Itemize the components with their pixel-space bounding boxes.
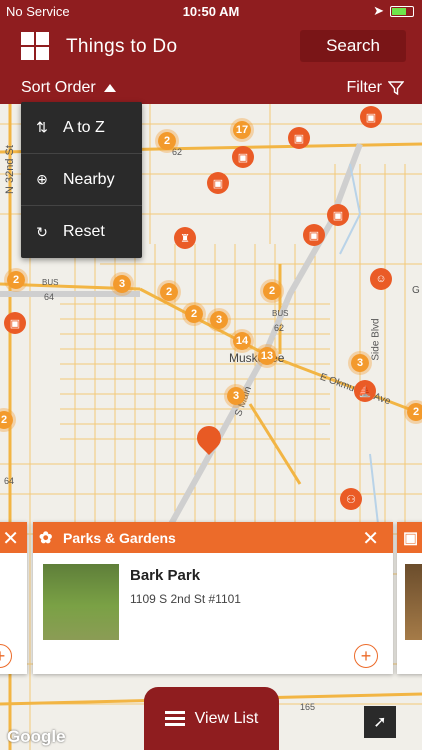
list-icon: [164, 711, 185, 726]
filter-button[interactable]: Filter: [346, 79, 404, 97]
card-category: Parks & Gardens: [63, 530, 176, 546]
place-photo: [43, 564, 119, 640]
map-label-edge: G: [412, 285, 420, 296]
cluster-marker[interactable]: 14: [230, 329, 254, 353]
cluster-marker[interactable]: 2: [260, 279, 284, 303]
sort-order-button[interactable]: Sort Order: [21, 79, 116, 97]
menu-grid-icon[interactable]: [21, 32, 49, 60]
refresh-icon: ↻: [36, 223, 48, 240]
card-header: ✕: [0, 522, 27, 553]
add-icon[interactable]: +: [354, 644, 378, 668]
place-photo: [405, 564, 422, 640]
route-64-b: 64: [4, 476, 15, 486]
place-address: 1109 S 2nd St #1101: [130, 592, 241, 606]
landmark-icon[interactable]: ♜: [174, 227, 196, 249]
close-icon[interactable]: ✕: [2, 526, 19, 551]
route-64-a: 64: [44, 292, 55, 302]
place-card-next[interactable]: ▣: [397, 522, 422, 674]
status-icons: ➤: [373, 3, 414, 19]
view-list-button[interactable]: View List: [144, 687, 279, 750]
route-62-b: 62: [274, 323, 285, 333]
page-title: Things to Do: [66, 36, 178, 57]
sort-menu-label: A to Z: [63, 118, 105, 136]
add-icon[interactable]: +: [0, 644, 12, 668]
status-bar: No Service 10:50 AM ➤: [0, 0, 422, 22]
clock: 10:50 AM: [182, 4, 240, 19]
shopping-bag-icon[interactable]: ▣: [360, 106, 382, 128]
person-icon[interactable]: ☺: [370, 268, 392, 290]
place-name: Bark Park: [130, 567, 201, 584]
cluster-marker[interactable]: 2: [182, 302, 206, 326]
sort-menu-label: Reset: [63, 223, 105, 240]
place-card-previous[interactable]: ✕ +: [0, 522, 27, 674]
rose-icon: ✿: [39, 530, 53, 547]
sort-reset-item[interactable]: ↻ Reset: [21, 206, 142, 258]
cluster-marker[interactable]: 17: [230, 118, 254, 142]
shopping-bag-icon[interactable]: ▣: [232, 146, 254, 168]
caret-up-icon: [103, 84, 116, 92]
locate-me-button[interactable]: ➚: [364, 706, 396, 738]
sort-nearby-item[interactable]: ⊕ Nearby: [21, 154, 142, 206]
bus-route-a: BUS: [42, 278, 59, 287]
close-icon[interactable]: ✕: [362, 526, 379, 551]
map-label-n32: N 32nd St: [4, 145, 16, 194]
location-arrow-icon: ➤: [373, 3, 384, 18]
cluster-marker[interactable]: 3: [224, 384, 248, 408]
sort-filter-bar: Sort Order Filter: [0, 70, 422, 104]
shopping-bag-icon[interactable]: ▣: [327, 204, 349, 226]
funnel-icon: [388, 81, 404, 96]
family-icon[interactable]: ⚇: [340, 488, 362, 510]
route-165: 165: [300, 702, 316, 712]
shopping-bag-icon[interactable]: ▣: [4, 312, 26, 334]
card-header: ✿ Parks & Gardens ✕: [33, 522, 393, 553]
cluster-marker[interactable]: 3: [110, 272, 134, 296]
sort-menu-label: Nearby: [63, 170, 115, 188]
boat-icon[interactable]: ⛵: [354, 380, 376, 402]
navigation-arrow-icon: ➚: [373, 714, 387, 731]
cluster-marker[interactable]: 2: [404, 400, 422, 424]
cluster-marker[interactable]: 2: [4, 268, 28, 292]
place-card[interactable]: ✿ Parks & Gardens ✕ Bark Park 1109 S 2nd…: [33, 522, 393, 674]
sort-menu: ⇅ A to Z ⊕ Nearby ↻ Reset: [21, 102, 142, 258]
battery-icon: [390, 5, 414, 17]
cluster-marker[interactable]: 2: [157, 280, 181, 304]
bus-route-b: BUS: [272, 309, 289, 318]
search-button[interactable]: Search: [300, 30, 406, 62]
cluster-marker[interactable]: 13: [255, 344, 279, 368]
filter-label: Filter: [346, 79, 382, 96]
shopping-bag-icon[interactable]: ▣: [303, 224, 325, 246]
shopping-bag-icon: ▣: [403, 530, 419, 547]
sort-order-label: Sort Order: [21, 79, 96, 96]
shopping-bag-icon[interactable]: ▣: [207, 172, 229, 194]
card-header: ▣: [397, 522, 422, 553]
sort-a-to-z-item[interactable]: ⇅ A to Z: [21, 102, 142, 154]
map-label-side-blvd: Side Blvd: [370, 318, 382, 361]
shopping-bag-icon[interactable]: ▣: [288, 127, 310, 149]
app-header: Things to Do Search: [0, 22, 422, 70]
google-attribution: Google: [7, 727, 66, 746]
cluster-marker[interactable]: 2: [155, 129, 179, 153]
cluster-marker[interactable]: 3: [207, 308, 231, 332]
sort-az-icon: ⇅: [36, 119, 48, 135]
crosshair-icon: ⊕: [36, 171, 48, 187]
cluster-marker[interactable]: 3: [348, 351, 372, 375]
view-list-label: View List: [194, 709, 259, 727]
